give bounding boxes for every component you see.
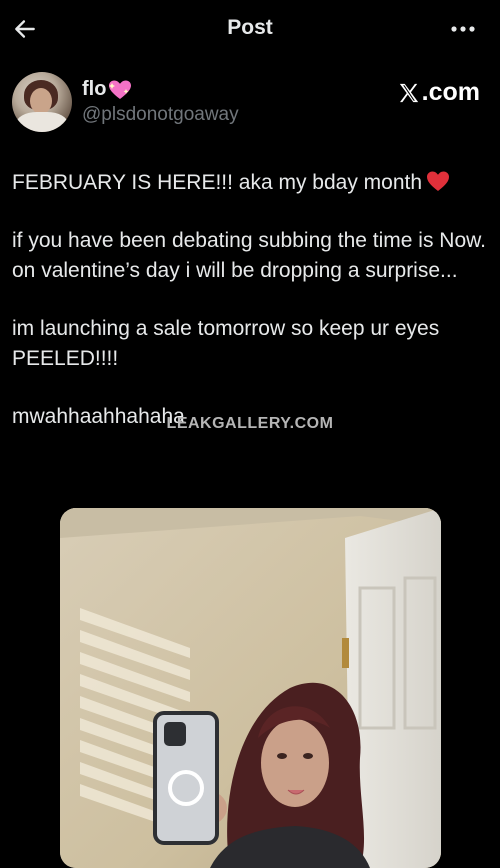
watermark: LEAKGALLERY.COM [166, 415, 334, 432]
page-title: Post [227, 16, 273, 39]
post-paragraph-2: if you have been debating subbing the ti… [12, 229, 486, 282]
more-button[interactable] [448, 14, 478, 44]
top-bar: Post [0, 0, 500, 56]
source-label: .com [421, 78, 480, 106]
author-name-row[interactable]: flo [82, 78, 132, 101]
sparkling-heart-icon [109, 80, 132, 99]
post-line-1: FEBRUARY IS HERE!!! aka my bday month [12, 168, 488, 198]
author-handle[interactable]: @plsdonotgoaway [82, 104, 239, 126]
source-badge: .com [398, 78, 480, 107]
post-paragraph-3: im launching a sale tomorrow so keep ur … [12, 317, 440, 370]
red-heart-icon [427, 171, 450, 191]
author-name: flo [82, 78, 107, 100]
mirror-selfie-image [60, 508, 441, 868]
post-image[interactable] [60, 508, 441, 868]
more-horizontal-icon [451, 26, 475, 32]
avatar[interactable] [12, 72, 72, 132]
post-author: flo @plsdonotgoaway .com [12, 72, 488, 134]
x-logo-icon [399, 83, 418, 102]
